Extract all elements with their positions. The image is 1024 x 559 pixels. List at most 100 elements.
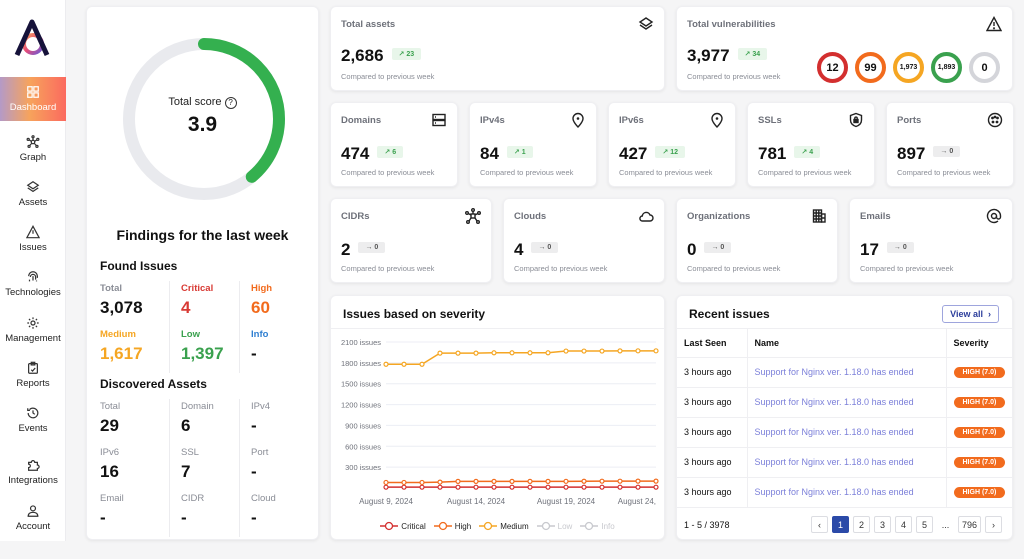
card-title: Clouds [514,211,547,222]
cell-label: High [251,283,273,294]
column-header[interactable]: Name [747,329,947,358]
page-button-4[interactable]: 4 [894,516,912,533]
total-assets-card[interactable]: Total assets 2,686 ↗ 23 Compared to previ… [330,6,665,91]
app-logo[interactable] [12,18,52,58]
trend-badge: ↗ 4 [794,145,821,158]
finding-cell-cidr: CIDR - [170,491,240,537]
page-button-1[interactable]: 1 [831,516,849,533]
total-vulnerabilities-card[interactable]: Total vulnerabilities 3,977 ↗ 34 Compared… [676,6,1013,91]
issue-name-link[interactable]: Support for Nginx ver. 1.18.0 has ended [747,477,947,508]
sidebar-item-label: Issues [19,242,47,253]
sidebar-item-account[interactable]: Account [0,496,66,540]
prev-page-button[interactable]: ‹ [810,516,828,533]
data-point-critical [653,484,659,490]
domains-card[interactable]: Domains 474 ↗ 6 Compared to previous week [330,102,458,187]
sidebar-item-issues[interactable]: Issues [0,217,66,261]
finding-cell-email: Email - [100,491,170,537]
legend-item-medium[interactable]: Medium [479,521,529,531]
recent-issues-title: Recent issues [689,307,770,321]
sidebar-item-reports[interactable]: Reports [0,353,66,397]
layers-icon [638,16,654,32]
column-header[interactable]: Last Seen [677,329,748,358]
cell-label: IPv4 [251,401,271,412]
data-point-high [401,479,407,486]
finding-cell-cloud: Cloud - [240,491,310,537]
sidebar-item-events[interactable]: Events [0,398,66,442]
ssls-card[interactable]: SSLs 781 ↗ 4 Compared to previous week [747,102,875,187]
data-point-high [635,478,641,484]
ipv6s-card[interactable]: IPv6s 427 ↗ 12 Compared to previous week [608,102,736,187]
table-row[interactable]: 3 hours ago Support for Nginx ver. 1.18.0… [677,477,1012,508]
sidebar-item-assets[interactable]: Assets [0,172,66,216]
y-tick-label: 1800 issues [341,359,381,368]
card-title: IPv6s [619,115,644,126]
legend-item-low[interactable]: Low [536,521,572,531]
page-button-5[interactable]: 5 [915,516,933,533]
data-point-critical [473,484,479,490]
ports-card[interactable]: Ports 897 → 0 Compared to previous week [886,102,1014,187]
table-row[interactable]: 3 hours ago Support for Nginx ver. 1.18.0… [677,357,1012,388]
compare-text: Compared to previous week [341,168,435,177]
cell-label: Info [251,329,269,340]
page-button-2[interactable]: 2 [852,516,870,533]
compare-text: Compared to previous week [687,264,781,273]
sidebar-item-technologies[interactable]: Technologies [0,262,66,306]
severity-ring-high[interactable]: 99 [855,52,886,83]
location-pin-icon [709,112,725,128]
severity-ring-medium[interactable]: 1,973 [893,52,924,83]
legend-item-critical[interactable]: Critical [380,521,426,531]
data-point-medium [509,350,515,356]
pagination-range: 1 - 5 / 3978 [684,520,730,530]
sidebar-item-management[interactable]: Management [0,308,66,352]
sidebar-item-label: Assets [18,197,48,208]
page-button-3[interactable]: 3 [873,516,891,533]
next-page-button[interactable]: › [985,516,1002,533]
findings-title: Findings for the last week [116,227,289,243]
severity-ring-critical[interactable]: 12 [817,52,848,83]
page-button-796[interactable]: 796 [957,516,981,533]
discovered-assets-grid: Total 29 Domain 6 IPv4 - IPv6 16 SSL 7 Port - Email -… [100,399,310,537]
emails-card[interactable]: Emails 17 → 0 Compared to previous week [849,198,1013,283]
trend-badge: ↗ 6 [377,145,404,158]
sidebar-item-integrations[interactable]: Integrations [0,450,66,494]
view-all-button[interactable]: View all › [942,305,999,323]
pagination-ellipsis[interactable]: ... [936,516,954,533]
trend-badge: → 0 [704,242,732,254]
compare-text: Compared to previous week [341,72,435,81]
compare-text: Compared to previous week [687,72,781,81]
data-point-high [473,478,479,484]
ipv4s-card[interactable]: IPv4s 84 ↗ 1 Compared to previous week [469,102,597,187]
data-point-medium [455,350,461,356]
issue-name-link[interactable]: Support for Nginx ver. 1.18.0 has ended [747,447,947,478]
cell-label: CIDR [181,493,205,504]
severity-ring-low[interactable]: 1,893 [931,52,962,83]
y-tick-label: 300 issues [345,463,381,472]
cidrs-card[interactable]: CIDRs 2 → 0 Compared to previous week [330,198,492,283]
dashboard-icon [26,85,40,102]
organizations-card[interactable]: Organizations 0 → 0 Compared to previous we… [676,198,838,283]
compare-text: Compared to previous week [341,264,435,273]
legend-item-info[interactable]: Info [580,521,615,531]
data-point-critical [419,484,425,490]
sidebar-item-graph[interactable]: Graph [0,127,66,171]
clouds-card[interactable]: Clouds 4 → 0 Compared to previous week [503,198,665,283]
table-row[interactable]: 3 hours ago Support for Nginx ver. 1.18.0… [677,387,1012,418]
total-score-label: Total score ? [87,96,318,109]
issue-name-link[interactable]: Support for Nginx ver. 1.18.0 has ended [747,357,947,388]
data-point-critical [509,484,515,490]
severity-badge: HIGH (7.0) [953,397,1006,408]
data-point-medium [527,350,533,356]
issue-name-link[interactable]: Support for Nginx ver. 1.18.0 has ended [747,387,947,418]
table-row[interactable]: 3 hours ago Support for Nginx ver. 1.18.0… [677,447,1012,478]
table-row[interactable]: 3 hours ago Support for Nginx ver. 1.18.0… [677,417,1012,448]
severity-ring-info[interactable]: 0 [969,52,1000,83]
column-header[interactable]: Severity [946,329,1012,358]
sidebar-item-dashboard[interactable]: Dashboard [0,77,66,121]
legend-item-high[interactable]: High [433,521,471,531]
issue-name-link[interactable]: Support for Nginx ver. 1.18.0 has ended [747,417,947,448]
cell-label: Medium [100,329,136,340]
sidebar-item-label: Account [15,521,51,532]
card-value: 3,977 [687,46,730,65]
help-icon[interactable]: ? [224,97,237,109]
card-title: Total vulnerabilities [687,19,776,30]
